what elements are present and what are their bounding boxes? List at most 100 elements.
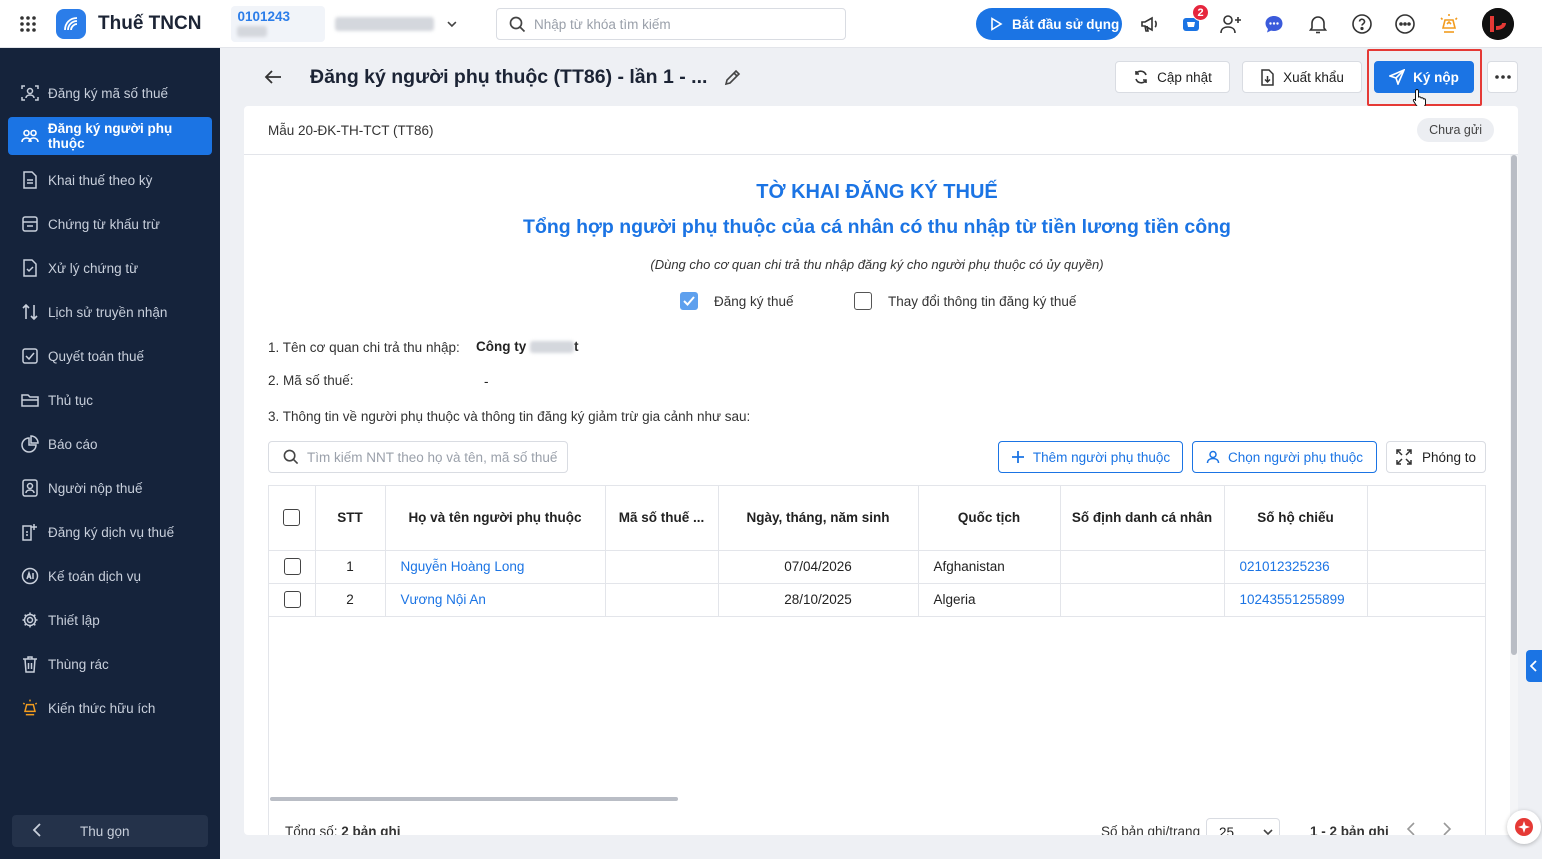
- side-panel-toggle[interactable]: [1526, 650, 1542, 682]
- company-select[interactable]: 0101243: [231, 5, 457, 42]
- collapse-sidebar-button[interactable]: Thu gọn: [12, 815, 208, 847]
- option-register-tax[interactable]: Đăng ký thuế: [680, 292, 794, 310]
- sidebar-item-tax-settlement[interactable]: Quyết toán thuế: [8, 337, 212, 375]
- sidebar-item-register-dependents[interactable]: Đăng ký người phụ thuộc: [8, 117, 212, 155]
- field2-label: 2. Mã số thuế:: [268, 373, 354, 388]
- cart-icon[interactable]: 2: [1177, 4, 1209, 38]
- search-icon: [509, 16, 526, 32]
- vertical-scroll-thumb[interactable]: [1511, 155, 1517, 655]
- expand-icon: [1396, 449, 1412, 465]
- sidebar-item-process-docs[interactable]: Xử lý chứng từ: [8, 249, 212, 287]
- arrows-updown-icon: [20, 302, 40, 322]
- select-all-checkbox[interactable]: [283, 509, 301, 527]
- chevron-left-icon: [32, 822, 42, 840]
- field1-value: Công ty t: [476, 339, 579, 354]
- search-input[interactable]: [534, 16, 834, 32]
- form-subheading: Tổng hợp người phụ thuộc của cá nhân có …: [523, 216, 1231, 238]
- cell-id-number: [1060, 583, 1225, 617]
- lightbulb-icon[interactable]: [1435, 10, 1463, 38]
- prev-page-icon[interactable]: [1406, 822, 1416, 835]
- col-passport[interactable]: Số hộ chiếu: [1224, 486, 1368, 551]
- avatar[interactable]: [1482, 8, 1514, 40]
- cell-name[interactable]: Nguyễn Hoàng Long: [385, 550, 606, 584]
- declaration-card: Mẫu 20-ĐK-TH-TCT (TT86) Chưa gửi TỜ KHAI…: [244, 106, 1518, 835]
- sidebar-item-service-accounting[interactable]: Kế toán dịch vụ: [8, 557, 212, 595]
- col-dob[interactable]: Ngày, tháng, năm sinh: [718, 486, 919, 551]
- sidebar-item-procedures[interactable]: Thủ tục: [8, 381, 212, 419]
- floating-assistant-button[interactable]: [1507, 810, 1541, 844]
- cell-empty: [1367, 550, 1485, 584]
- field3-label: 3. Thông tin về người phụ thuộc và thông…: [268, 409, 751, 424]
- help-icon[interactable]: [1348, 10, 1376, 38]
- vertical-scrollbar[interactable]: [1510, 155, 1518, 835]
- page-title: Đăng ký người phụ thuộc (TT86) - lần 1 -…: [310, 66, 708, 88]
- sidebar-item-useful-knowledge[interactable]: Kiến thức hữu ích: [8, 689, 212, 727]
- document-icon: [20, 170, 40, 190]
- start-using-button[interactable]: Bắt đầu sử dụng: [976, 8, 1122, 40]
- table-row[interactable]: 1 Nguyễn Hoàng Long 07/04/2026 Afghanist…: [269, 550, 1485, 584]
- table-search[interactable]: [268, 441, 568, 473]
- app-grid-icon[interactable]: [0, 0, 56, 48]
- edit-icon[interactable]: [723, 67, 743, 90]
- cell-nationality: Afghanistan: [918, 550, 1061, 584]
- cell-stt: 2: [315, 583, 386, 617]
- chevron-down-icon: [447, 20, 457, 27]
- horizontal-scrollbar[interactable]: [270, 797, 678, 801]
- table-search-input[interactable]: [307, 449, 567, 465]
- megaphone-icon[interactable]: [1136, 10, 1164, 38]
- status-badge: Chưa gửi: [1417, 118, 1494, 142]
- cart-badge: 2: [1192, 4, 1209, 21]
- add-user-icon[interactable]: [1217, 10, 1245, 38]
- next-page-icon[interactable]: [1442, 822, 1452, 835]
- table-row[interactable]: 2 Vương Nội An 28/10/2025 Algeria 102435…: [269, 583, 1485, 617]
- add-dependent-button[interactable]: Thêm người phụ thuộc: [998, 441, 1183, 473]
- cell-tax-code: [605, 550, 719, 584]
- cell-name[interactable]: Vương Nội An: [385, 583, 606, 617]
- sidebar-item-transmission-history[interactable]: Lịch sử truyền nhận: [8, 293, 212, 331]
- sidebar-item-taxpayers[interactable]: Người nộp thuế: [8, 469, 212, 507]
- col-nationality[interactable]: Quốc tịch: [918, 486, 1061, 551]
- refresh-button[interactable]: Cập nhật: [1115, 61, 1230, 93]
- sidebar-item-withholding-docs[interactable]: Chứng từ khấu trừ: [8, 205, 212, 243]
- bell-icon[interactable]: [1304, 10, 1332, 38]
- global-search[interactable]: [496, 8, 846, 40]
- per-page-select[interactable]: 25: [1206, 818, 1280, 835]
- chat-icon[interactable]: [1260, 10, 1288, 38]
- sidebar-item-settings[interactable]: Thiết lập: [8, 601, 212, 639]
- export-button[interactable]: Xuất khẩu: [1242, 61, 1362, 93]
- sidebar-item-register-tax-service[interactable]: Đăng ký dịch vụ thuế: [8, 513, 212, 551]
- lightbulb-icon: [20, 698, 40, 718]
- cell-passport[interactable]: 021012325236: [1224, 550, 1368, 584]
- sidebar: Đăng ký mã số thuế Đăng ký người phụ thu…: [0, 48, 220, 859]
- row-checkbox[interactable]: [284, 558, 301, 575]
- col-id-number[interactable]: Số định danh cá nhân: [1060, 486, 1225, 551]
- more-options-button[interactable]: [1487, 61, 1518, 93]
- cell-nationality: Algeria: [918, 583, 1061, 617]
- settle-icon: [20, 346, 40, 366]
- col-tax-code[interactable]: Mã số thuế ...: [605, 486, 719, 551]
- search-icon: [283, 449, 299, 465]
- range-label: 1 - 2 bản ghi: [1310, 824, 1389, 835]
- row-checkbox[interactable]: [284, 591, 301, 608]
- sidebar-item-register-tax-code[interactable]: Đăng ký mã số thuế: [8, 74, 212, 112]
- more-apps-icon[interactable]: [1391, 10, 1419, 38]
- zoom-button[interactable]: Phóng to: [1386, 441, 1486, 473]
- choose-dependent-button[interactable]: Chọn người phụ thuộc: [1192, 441, 1377, 473]
- change-info-checkbox[interactable]: [854, 292, 872, 310]
- user-scan-icon: [20, 83, 40, 103]
- cell-passport[interactable]: 10243551255899: [1224, 583, 1368, 617]
- sidebar-item-trash[interactable]: Thùng rác: [8, 645, 212, 683]
- sidebar-item-reports[interactable]: Báo cáo: [8, 425, 212, 463]
- tax-id: 0101243: [231, 5, 325, 42]
- sidebar-item-periodic-declaration[interactable]: Khai thuế theo kỳ: [8, 161, 212, 199]
- cell-id-number: [1060, 550, 1225, 584]
- col-name[interactable]: Họ và tên người phụ thuộc: [385, 486, 606, 551]
- field1-label: 1. Tên cơ quan chi trả thu nhập:: [268, 340, 460, 355]
- refresh-icon: [1135, 70, 1147, 84]
- cell-empty: [1367, 583, 1485, 617]
- register-tax-checkbox[interactable]: [680, 292, 698, 310]
- form-note: (Dùng cho cơ quan chi trả thu nhập đăng …: [650, 257, 1104, 272]
- back-arrow-icon[interactable]: [262, 66, 284, 88]
- option-change-info[interactable]: Thay đổi thông tin đăng ký thuế: [854, 292, 1076, 310]
- col-stt[interactable]: STT: [315, 486, 386, 551]
